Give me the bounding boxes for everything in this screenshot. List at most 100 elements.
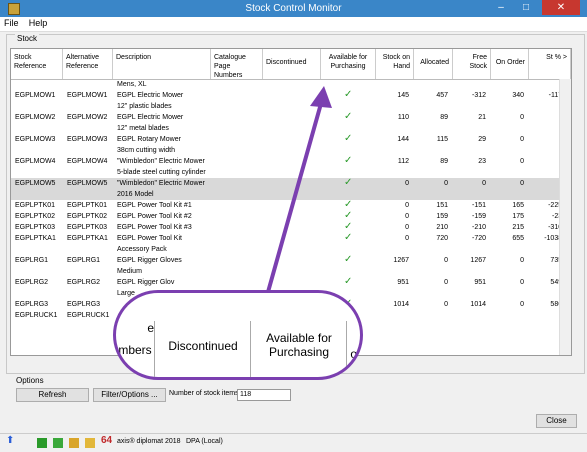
menu-file[interactable]: File (0, 17, 23, 29)
maximize-button[interactable]: □ (515, 0, 537, 15)
row-cell-ref: EGPLRUCK1 (15, 312, 58, 319)
refresh-button[interactable]: Refresh (16, 388, 89, 402)
row-cell-alloc: 89 (440, 114, 448, 121)
row-cell-ref: EGPLRG3 (15, 301, 49, 308)
row-cell-alloc: 210 (436, 224, 448, 231)
row-cell-soh: 951 (397, 279, 409, 286)
available-check-icon: ✓ (344, 133, 353, 144)
row-cell-alloc: 457 (436, 92, 448, 99)
row-cell-ref: EGPLMOW3 (15, 136, 56, 143)
col-description[interactable]: Description (113, 49, 211, 79)
row-description-line: 12" plastic blades (117, 103, 172, 110)
row-cell-alloc: 720 (436, 235, 448, 242)
row-cell-alt: EGPLRG3 (67, 301, 101, 308)
row-cell-desc: "Wimbledon" Electric Mower (117, 158, 205, 165)
available-check-icon: ✓ (344, 155, 353, 166)
row-cell-alloc: 0 (444, 180, 448, 187)
row-cell-free: -151 (471, 202, 486, 209)
row-cell-soh: 1267 (393, 257, 409, 264)
filter-options-button[interactable]: Filter/Options ... (93, 388, 166, 402)
col-free-stock[interactable]: Free Stock (453, 49, 491, 79)
row-cell-desc: EGPL Rigger Glov (117, 279, 175, 286)
row-cell-free: -159 (471, 213, 486, 220)
row-cell-ref: EGPLMOW5 (15, 180, 56, 187)
title-bar: Stock Control Monitor – □ ✕ (0, 0, 587, 17)
row-description-line: 38cm cutting width (117, 147, 175, 154)
row-cell-alloc: 89 (440, 158, 448, 165)
row-cell-soh: 110 (397, 114, 409, 121)
close-button[interactable]: Close (536, 414, 577, 428)
available-check-icon: ✓ (344, 221, 353, 232)
row-cell-ref: EGPLPTKA1 (15, 235, 56, 242)
row-cell-alt: EGPLRG2 (67, 279, 101, 286)
row-cell-soh: 0 (405, 224, 409, 231)
row-description-line: 2016 Model (117, 191, 154, 198)
col-available-for-purchasing[interactable]: Available for Purchasing (321, 49, 376, 79)
64bit-icon: 64 (101, 435, 113, 446)
col-stock-percent[interactable]: St % > (529, 49, 571, 79)
row-cell-order: 165 (512, 202, 524, 209)
row-cell-ref: EGPLMOW2 (15, 114, 56, 121)
available-check-icon: ✓ (344, 111, 353, 122)
stock-group-label: Stock (15, 34, 40, 43)
row-description-line: Accessory Pack (117, 246, 167, 253)
row-cell-ref: EGPLPTK03 (15, 224, 56, 231)
row-cell-ref: EGPLRG1 (15, 257, 49, 264)
minimize-button[interactable]: – (490, 0, 512, 15)
row-cell-free: -720 (471, 235, 486, 242)
row-cell-free: 29 (478, 136, 486, 143)
col-discontinued[interactable]: Discontinued (263, 49, 321, 79)
zoom-col-available: Available for Purchasing (250, 321, 347, 377)
row-description-line: Medium (117, 268, 142, 275)
row-cell-free: -210 (471, 224, 486, 231)
row-cell-order: 0 (520, 279, 524, 286)
available-check-icon: ✓ (344, 199, 353, 210)
zoom-col-part1: mbers (118, 343, 152, 357)
row-cell-alt: EGPLPTK02 (67, 213, 108, 220)
arrow-up-icon[interactable]: ⬆ (6, 435, 16, 446)
row-cell-alloc: 0 (444, 257, 448, 264)
row-cell-free: 21 (478, 114, 486, 121)
row-cell-order: 0 (520, 180, 524, 187)
row-cell-alloc: 115 (436, 136, 448, 143)
menu-help[interactable]: Help (25, 17, 52, 29)
row-cell-ref: EGPLPTK02 (15, 213, 56, 220)
zoom-callout: e mbers Discontinued Available for Purch… (113, 290, 363, 380)
row-cell-desc: EGPL Electric Mower (117, 114, 184, 121)
row-cell-ref: EGPLMOW1 (15, 92, 56, 99)
available-check-icon: ✓ (344, 276, 353, 287)
status-bar: ⬆ 64 axis® diplomat 2018 DPA (Local) (0, 433, 587, 452)
lock-icon[interactable] (85, 438, 95, 448)
col-stock-on-hand[interactable]: Stock on Hand (376, 49, 414, 79)
row-cell-alt: EGPLMOW5 (67, 180, 108, 187)
row-cell-soh: 0 (405, 180, 409, 187)
row-cell-ref: EGPLRG2 (15, 279, 49, 286)
row-cell-alt: EGPLMOW1 (67, 92, 108, 99)
export-icon[interactable] (53, 438, 63, 448)
stock-count-field: 118 (237, 389, 291, 401)
row-cell-desc: EGPL Power Tool Kit #3 (117, 224, 192, 231)
col-allocated[interactable]: Allocated (414, 49, 453, 79)
row-cell-soh: 144 (397, 136, 409, 143)
row-cell-free: -312 (471, 92, 486, 99)
row-cell-order: 340 (512, 92, 524, 99)
row-cell-desc: "Wimbledon" Electric Mower (117, 180, 205, 187)
col-alternative-reference[interactable]: Alternative Reference (63, 49, 113, 79)
menu-bar: File Help (0, 17, 587, 32)
row-cell-alt: EGPLRUCK1 (67, 312, 110, 319)
row-cell-order: 0 (520, 158, 524, 165)
col-stock-reference[interactable]: Stock Reference (11, 49, 63, 79)
row-cell-alloc: 0 (444, 301, 448, 308)
available-check-icon: ✓ (344, 254, 353, 265)
col-catalogue-page-numbers[interactable]: Catalogue Page Numbers (211, 49, 263, 79)
col-on-order[interactable]: On Order (491, 49, 529, 79)
refresh-icon[interactable] (37, 438, 47, 448)
row-cell-free: 0 (482, 180, 486, 187)
close-window-button[interactable]: ✕ (542, 0, 580, 15)
row-cell-soh: 145 (397, 92, 409, 99)
task-icon[interactable] (69, 438, 79, 448)
row-cell-alt: EGPLPTK01 (67, 202, 108, 209)
row-cell-free: 951 (474, 279, 486, 286)
vertical-scrollbar[interactable] (559, 79, 571, 355)
row-cell-ref: EGPLMOW4 (15, 158, 56, 165)
